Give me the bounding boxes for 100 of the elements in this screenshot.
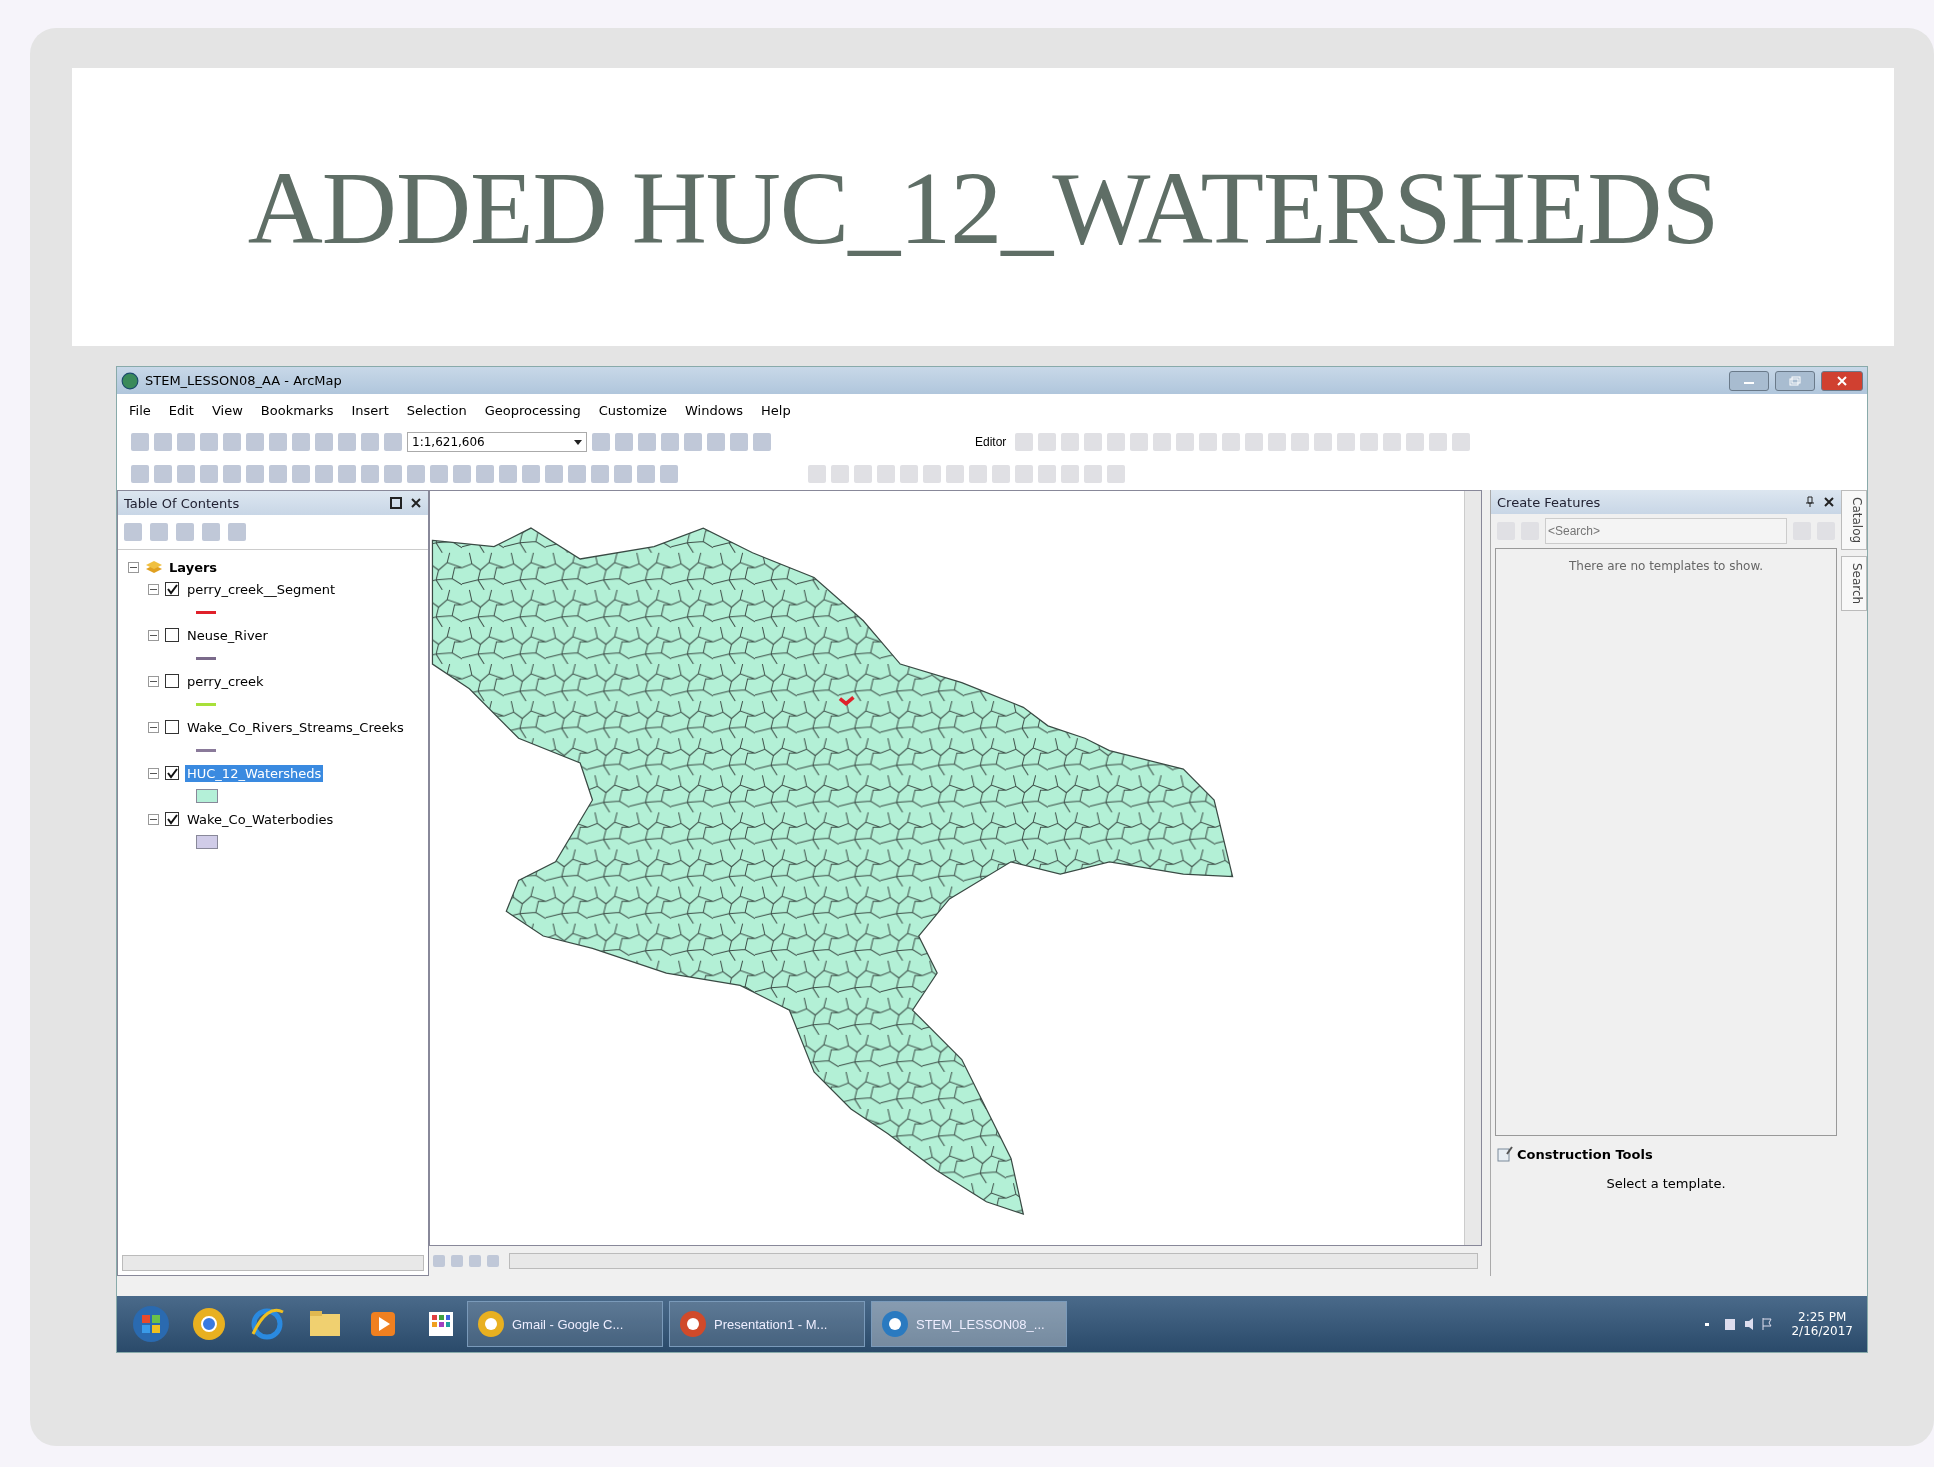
tool-icon[interactable] xyxy=(684,433,702,451)
tool-icon[interactable] xyxy=(1291,433,1310,451)
tool-icon[interactable] xyxy=(223,465,241,483)
menu-item[interactable]: View xyxy=(211,402,243,418)
tool-icon[interactable] xyxy=(315,433,333,451)
tool-icon[interactable] xyxy=(992,465,1010,483)
start-icon[interactable] xyxy=(131,1304,171,1344)
view-icon[interactable] xyxy=(487,1255,499,1267)
menu-item[interactable]: File xyxy=(129,402,151,418)
menu-item[interactable]: Selection xyxy=(406,402,467,418)
tool-icon[interactable] xyxy=(615,433,633,451)
tool-icon[interactable] xyxy=(200,433,218,451)
tool-icon[interactable] xyxy=(1452,433,1471,451)
horizontal-scrollbar[interactable] xyxy=(509,1253,1478,1269)
tool-icon[interactable] xyxy=(730,433,748,451)
tool-icon[interactable] xyxy=(638,433,656,451)
clock-time[interactable]: 2:25 PM xyxy=(1798,1310,1847,1324)
tool-icon[interactable] xyxy=(1406,433,1425,451)
tool-icon[interactable] xyxy=(1314,433,1333,451)
tool-icon[interactable] xyxy=(1015,433,1034,451)
layer-label[interactable]: Neuse_River xyxy=(185,626,270,644)
layer-label[interactable]: Wake_Co_Rivers_Streams_Creeks xyxy=(185,718,406,736)
collapse-icon[interactable] xyxy=(148,675,159,687)
tool-icon[interactable] xyxy=(1130,433,1149,451)
close-icon[interactable] xyxy=(1823,496,1835,508)
tool-icon[interactable] xyxy=(246,465,264,483)
tool-icon[interactable] xyxy=(154,433,172,451)
menu-item[interactable]: Help xyxy=(761,402,791,418)
view-icon[interactable] xyxy=(451,1255,463,1267)
tool-icon[interactable] xyxy=(1015,465,1033,483)
collapse-icon[interactable] xyxy=(148,721,159,733)
tool-icon[interactable] xyxy=(499,465,517,483)
tool-icon[interactable] xyxy=(1360,433,1379,451)
layer-checkbox[interactable] xyxy=(165,720,179,734)
layer-checkbox[interactable] xyxy=(165,628,179,642)
tool-icon[interactable] xyxy=(177,433,195,451)
layer-label[interactable]: perry_creek xyxy=(185,672,266,690)
tool-icon[interactable] xyxy=(361,465,379,483)
tool-icon[interactable] xyxy=(900,465,918,483)
pin-icon[interactable] xyxy=(1805,496,1815,508)
tool-icon[interactable] xyxy=(453,465,471,483)
tool-icon[interactable] xyxy=(1383,433,1402,451)
tool-icon[interactable] xyxy=(407,465,425,483)
search-field[interactable]: <Search> xyxy=(1545,518,1787,544)
tray-icons[interactable] xyxy=(1703,1316,1774,1332)
collapse-icon[interactable] xyxy=(148,629,159,641)
tool-icon[interactable] xyxy=(1222,433,1241,451)
tool-icon[interactable] xyxy=(1107,433,1126,451)
horizontal-scrollbar[interactable] xyxy=(122,1255,424,1271)
menu-item[interactable]: Customize xyxy=(598,402,667,418)
close-button[interactable] xyxy=(1821,370,1863,391)
maximize-icon[interactable] xyxy=(390,497,402,509)
tool-icon[interactable] xyxy=(1245,433,1264,451)
tool-icon[interactable] xyxy=(1061,465,1079,483)
restore-button[interactable] xyxy=(1775,370,1815,391)
tool-icon[interactable] xyxy=(1107,465,1125,483)
collapse-icon[interactable] xyxy=(148,767,159,779)
tool-icon[interactable] xyxy=(753,433,771,451)
taskbar-button[interactable]: Gmail - Google C... xyxy=(467,1301,663,1347)
tool-icon[interactable] xyxy=(315,465,333,483)
side-tab[interactable]: Search xyxy=(1841,556,1867,612)
tool-icon[interactable] xyxy=(228,523,246,541)
tool-icon[interactable] xyxy=(246,433,264,451)
scale-dropdown[interactable]: 1:1,621,606 xyxy=(407,432,587,452)
menu-item[interactable]: Bookmarks xyxy=(260,402,334,418)
tool-icon[interactable] xyxy=(176,523,194,541)
editor-menu[interactable]: Editor xyxy=(971,435,1011,449)
layer-checkbox[interactable] xyxy=(165,582,179,596)
tool-icon[interactable] xyxy=(124,523,142,541)
tool-icon[interactable] xyxy=(292,465,310,483)
clock-date[interactable]: 2/16/2017 xyxy=(1791,1324,1853,1338)
taskbar-button[interactable]: Presentation1 - M... xyxy=(669,1301,865,1347)
tool-icon[interactable] xyxy=(831,465,849,483)
layer-checkbox[interactable] xyxy=(165,812,179,826)
close-icon[interactable] xyxy=(410,497,422,509)
tool-icon[interactable] xyxy=(269,465,287,483)
layer-group-label[interactable]: Layers xyxy=(169,559,218,575)
layer-label[interactable]: Wake_Co_Waterbodies xyxy=(185,810,336,828)
tool-icon[interactable] xyxy=(1038,465,1056,483)
tool-icon[interactable] xyxy=(292,433,310,451)
tool-icon[interactable] xyxy=(877,465,895,483)
tool-icon[interactable] xyxy=(202,523,220,541)
tool-icon[interactable] xyxy=(154,465,172,483)
tool-icon[interactable] xyxy=(1153,433,1172,451)
tool-icon[interactable] xyxy=(707,433,725,451)
tool-icon[interactable] xyxy=(269,433,287,451)
tool-icon[interactable] xyxy=(131,465,149,483)
tool-icon[interactable] xyxy=(545,465,563,483)
menu-item[interactable]: Windows xyxy=(685,402,744,418)
tool-icon[interactable] xyxy=(1061,433,1080,451)
tool-icon[interactable] xyxy=(854,465,872,483)
tool-icon[interactable] xyxy=(1084,433,1103,451)
collapse-icon[interactable] xyxy=(148,583,159,595)
tool-icon[interactable] xyxy=(614,465,632,483)
layer-label[interactable]: HUC_12_Watersheds xyxy=(185,764,324,782)
collapse-icon[interactable] xyxy=(148,813,159,825)
tool-icon[interactable] xyxy=(1337,433,1356,451)
collapse-icon[interactable] xyxy=(128,561,139,573)
vertical-scrollbar[interactable] xyxy=(1464,491,1481,1245)
tool-icon[interactable] xyxy=(131,433,149,451)
